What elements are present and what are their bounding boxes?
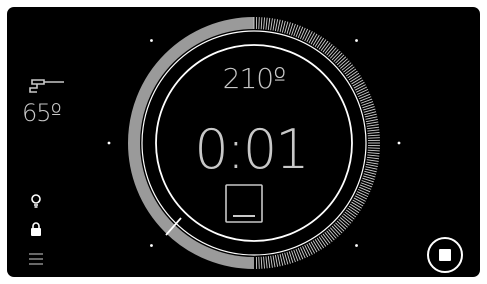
dial-dot bbox=[355, 39, 358, 42]
dial-tick bbox=[260, 256, 263, 269]
dial-tick bbox=[279, 20, 284, 33]
dial-tick bbox=[306, 243, 313, 255]
stop-icon bbox=[439, 249, 451, 261]
dial-tick bbox=[304, 244, 311, 257]
dial-tick bbox=[355, 86, 368, 93]
dial-tick bbox=[272, 18, 276, 31]
dial-tick bbox=[347, 207, 358, 216]
dial-tick bbox=[314, 239, 322, 250]
dial-tick bbox=[302, 245, 309, 258]
dial-tick bbox=[270, 255, 273, 268]
dial-tick bbox=[364, 168, 377, 173]
dial-tick bbox=[367, 132, 380, 134]
dial-tick bbox=[306, 31, 313, 43]
oven-temperature: 210º bbox=[222, 62, 287, 95]
dial-tick bbox=[347, 70, 358, 79]
dial-tick bbox=[302, 28, 309, 41]
dial-tick bbox=[304, 29, 311, 42]
dial-tick bbox=[367, 129, 380, 132]
dial-tick bbox=[366, 121, 379, 125]
dial-tick bbox=[351, 201, 363, 209]
dial-tick bbox=[320, 234, 329, 246]
dial-tick bbox=[353, 197, 365, 205]
dial-tick bbox=[352, 199, 364, 207]
dial-dot bbox=[397, 141, 401, 145]
dial-tick bbox=[365, 116, 378, 120]
dial-tick bbox=[355, 193, 368, 200]
dial-tick bbox=[267, 256, 271, 269]
dial-tick bbox=[274, 254, 279, 267]
dial-tick bbox=[316, 37, 325, 49]
dial-tick bbox=[353, 81, 365, 89]
dial-tick bbox=[299, 27, 306, 40]
stop-button[interactable] bbox=[427, 237, 463, 273]
dial-tick bbox=[318, 39, 327, 50]
dial-tick bbox=[263, 256, 265, 269]
dial-tick bbox=[312, 34, 320, 46]
dial-tick bbox=[260, 17, 263, 30]
dial-tick bbox=[367, 156, 380, 160]
dial-tick bbox=[350, 203, 361, 211]
dial-tick bbox=[265, 17, 268, 30]
dial-tick bbox=[365, 118, 378, 123]
dial-tick bbox=[365, 166, 378, 170]
dial-tick bbox=[364, 113, 377, 118]
dial-tick bbox=[270, 18, 273, 31]
dial-tick bbox=[367, 134, 380, 137]
dial-tick bbox=[348, 72, 360, 81]
dial-tick bbox=[366, 161, 379, 165]
oven-display: 65º 210º 0:01 bbox=[7, 7, 480, 277]
dial-tick bbox=[345, 209, 357, 218]
dial-tick bbox=[308, 32, 316, 44]
dial-tick bbox=[356, 88, 369, 95]
dial-tick bbox=[365, 163, 378, 168]
dial-tick bbox=[366, 159, 379, 162]
dial-tick bbox=[354, 84, 366, 91]
dial-tick bbox=[367, 126, 380, 130]
dial-tick bbox=[308, 242, 316, 254]
dial-dot bbox=[107, 141, 111, 145]
dial-tick bbox=[357, 188, 370, 195]
dial-tick bbox=[263, 17, 265, 30]
dial-tick bbox=[314, 36, 322, 47]
dial-tick bbox=[316, 237, 325, 249]
dial-tick bbox=[274, 19, 279, 32]
dial-tick bbox=[258, 17, 260, 30]
dial-tick bbox=[310, 241, 318, 253]
dial-tick bbox=[356, 191, 369, 198]
dial-tick bbox=[357, 91, 370, 98]
dial-tick bbox=[277, 254, 281, 267]
dial-tick bbox=[258, 256, 260, 269]
dial-tick bbox=[320, 40, 329, 52]
dial-tick bbox=[367, 149, 380, 152]
dial-tick bbox=[348, 205, 360, 214]
dial-tick bbox=[351, 77, 363, 85]
dial-dot bbox=[355, 244, 358, 247]
dial-tick bbox=[318, 236, 327, 247]
dial-tick bbox=[299, 246, 306, 259]
dial-tick bbox=[367, 152, 380, 154]
dial-tick bbox=[312, 240, 320, 252]
dial-tick bbox=[366, 124, 379, 127]
dial-tick bbox=[352, 79, 364, 87]
dial-tick bbox=[279, 253, 284, 266]
dial-dot bbox=[150, 244, 153, 247]
timer-value: 0:01 bbox=[194, 118, 309, 181]
dial-tick bbox=[350, 75, 361, 83]
dial-tick bbox=[265, 256, 268, 269]
dial-tick bbox=[354, 195, 366, 202]
bottom-heat-mode-icon bbox=[225, 184, 263, 223]
dial-tick bbox=[277, 19, 281, 32]
dial-tick bbox=[367, 154, 380, 157]
dial-dot bbox=[150, 39, 153, 42]
dial-tick bbox=[367, 137, 380, 139]
dial-tick bbox=[272, 255, 276, 268]
dial-tick bbox=[345, 68, 357, 77]
dial-tick bbox=[267, 17, 271, 30]
dial-tick bbox=[310, 33, 318, 45]
dial-tick bbox=[367, 147, 380, 149]
